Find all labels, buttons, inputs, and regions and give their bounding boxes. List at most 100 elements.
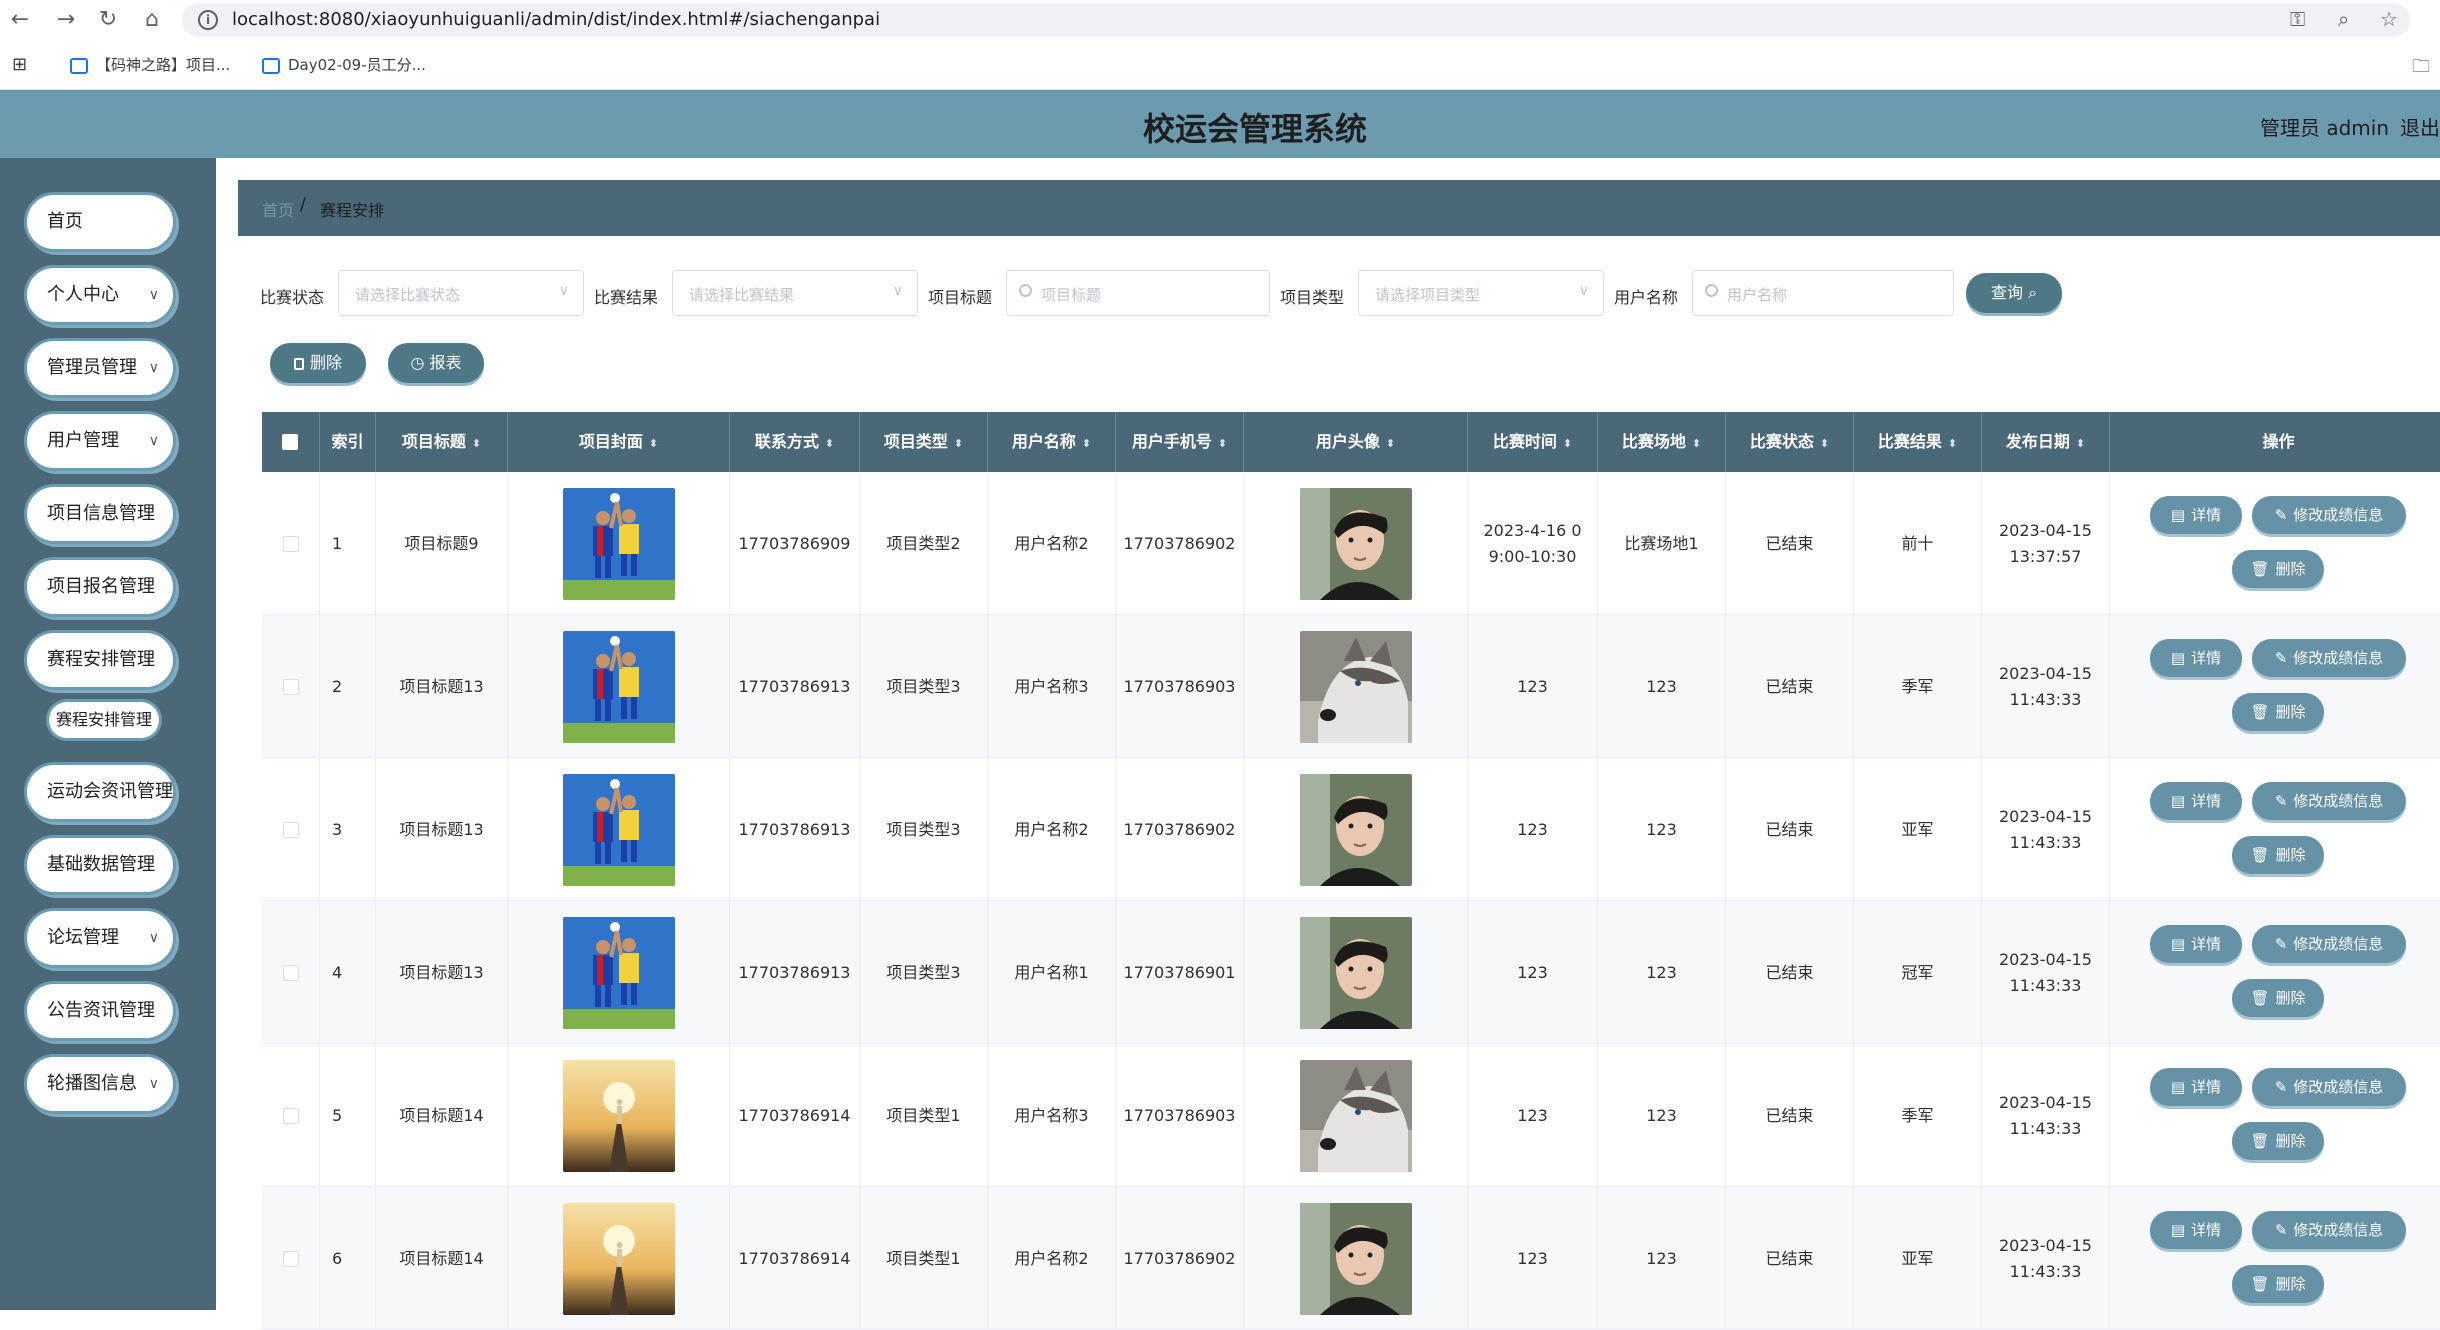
zoom-icon[interactable]: ⌕ — [2338, 7, 2349, 31]
row-checkbox[interactable] — [282, 821, 299, 838]
sidebar-item-home[interactable]: 首页 — [24, 192, 176, 252]
cell-avatar — [1244, 1187, 1468, 1330]
sort-icon[interactable]: ⬍ — [1563, 437, 1572, 450]
sidebar-item-label: 赛程安排管理 — [47, 649, 155, 670]
user-search-input[interactable]: 用户名称 — [1692, 270, 1954, 316]
cell-text: 17703786903 — [1123, 1105, 1236, 1125]
sort-icon[interactable]: ⬍ — [825, 437, 834, 450]
row-delete-button[interactable]: 🗑 删除 — [2232, 550, 2324, 588]
column-header-user[interactable]: 用户名称 ⬍ — [988, 412, 1116, 472]
detail-button[interactable]: ▤ 详情 — [2150, 1068, 2242, 1106]
cell-time: 123 — [1468, 1187, 1598, 1330]
edit-score-label: 修改成绩信息 — [2293, 506, 2384, 524]
sidebar-item-forum[interactable]: 论坛管理 ∨ — [24, 908, 176, 968]
detail-button[interactable]: ▤ 详情 — [2150, 496, 2242, 534]
detail-button[interactable]: ▤ 详情 — [2150, 782, 2242, 820]
sidebar-item-notices[interactable]: 公告资讯管理 — [24, 981, 176, 1041]
edit-score-button[interactable]: ✎ 修改成绩信息 — [2252, 1211, 2406, 1249]
cell-status: 已结束 — [1726, 758, 1854, 901]
cell-actions: ▤ 详情 ✎ 修改成绩信息 🗑 删除 — [2110, 1187, 2440, 1330]
row-checkbox[interactable] — [282, 964, 299, 981]
sidebar-subitem-schedule[interactable]: 赛程安排管理 — [46, 699, 162, 741]
type-filter-label: 项目类型 — [1280, 288, 1345, 307]
reload-icon[interactable]: ↻ — [94, 6, 122, 34]
row-delete-icon: 🗑 — [2250, 846, 2270, 864]
cell-text: 2023-04-15 11:43:33 — [1999, 806, 2092, 852]
sort-icon[interactable]: ⬍ — [1692, 437, 1701, 450]
sort-icon[interactable]: ⬍ — [472, 437, 481, 450]
column-header-phone[interactable]: 用户手机号 ⬍ — [1116, 412, 1244, 472]
address-bar[interactable]: i localhost:8080/xiaoyunhuiguanli/admin/… — [182, 3, 2410, 37]
detail-button[interactable]: ▤ 详情 — [2150, 639, 2242, 677]
sidebar-item-carousel[interactable]: 轮播图信息 ∨ — [24, 1054, 176, 1114]
sidebar-item-basic-data[interactable]: 基础数据管理 — [24, 835, 176, 895]
row-delete-button[interactable]: 🗑 删除 — [2232, 979, 2324, 1017]
sort-icon[interactable]: ⬍ — [1948, 437, 1957, 450]
sort-icon[interactable]: ⬍ — [954, 437, 963, 450]
apps-grid-icon[interactable]: ⊞ — [12, 54, 27, 75]
row-delete-button[interactable]: 🗑 删除 — [2232, 693, 2324, 731]
column-header-type[interactable]: 项目类型 ⬍ — [860, 412, 988, 472]
sidebar-item-registration[interactable]: 项目报名管理 — [24, 557, 176, 617]
bookmark-star-icon[interactable]: ☆ — [2380, 7, 2398, 31]
column-header-time[interactable]: 比赛时间 ⬍ — [1468, 412, 1598, 472]
sidebar-item-schedule[interactable]: 赛程安排管理 — [24, 630, 176, 690]
row-delete-button[interactable]: 🗑 删除 — [2232, 1265, 2324, 1303]
row-checkbox[interactable] — [282, 1107, 299, 1124]
column-header-contact[interactable]: 联系方式 ⬍ — [730, 412, 860, 472]
sort-icon[interactable]: ⬍ — [1820, 437, 1829, 450]
search-icon — [1019, 284, 1032, 297]
row-delete-button[interactable]: 🗑 删除 — [2232, 1122, 2324, 1160]
bookmark-2[interactable]: Day02-09-员工分... — [262, 54, 426, 75]
column-header-title[interactable]: 项目标题 ⬍ — [376, 412, 508, 472]
detail-button[interactable]: ▤ 详情 — [2150, 1211, 2242, 1249]
edit-score-button[interactable]: ✎ 修改成绩信息 — [2252, 496, 2406, 534]
report-button[interactable]: ◷ 报表 — [388, 343, 484, 383]
result-select[interactable]: 请选择比赛结果 ∨ — [672, 270, 918, 316]
cell-venue: 比赛场地1 — [1598, 472, 1726, 615]
site-info-icon[interactable]: i — [198, 10, 218, 30]
column-header-status[interactable]: 比赛状态 ⬍ — [1726, 412, 1854, 472]
detail-button[interactable]: ▤ 详情 — [2150, 925, 2242, 963]
breadcrumb-home[interactable]: 首页 — [262, 197, 294, 221]
edit-score-button[interactable]: ✎ 修改成绩信息 — [2252, 925, 2406, 963]
column-header-cover[interactable]: 项目封面 ⬍ — [508, 412, 730, 472]
home-icon[interactable]: ⌂ — [138, 6, 166, 34]
sidebar-item-profile[interactable]: 个人中心 ∨ — [24, 265, 176, 325]
row-delete-button[interactable]: 🗑 删除 — [2232, 836, 2324, 874]
forward-icon[interactable]: → — [52, 6, 80, 34]
query-button[interactable]: 查询 ⌕ — [1966, 273, 2062, 313]
cell-text: 17703786902 — [1123, 819, 1236, 839]
sort-icon[interactable]: ⬍ — [1386, 437, 1395, 450]
folder-icon[interactable]: 🗀 — [2412, 54, 2430, 84]
column-header-date[interactable]: 发布日期 ⬍ — [1982, 412, 2110, 472]
sort-icon[interactable]: ⬍ — [1082, 437, 1091, 450]
type-select[interactable]: 请选择项目类型 ∨ — [1358, 270, 1604, 316]
column-header-result[interactable]: 比赛结果 ⬍ — [1854, 412, 1982, 472]
bookmark-1[interactable]: 【码神之路】项目... — [70, 54, 230, 75]
sidebar-item-users[interactable]: 用户管理 ∨ — [24, 411, 176, 471]
edit-score-button[interactable]: ✎ 修改成绩信息 — [2252, 1068, 2406, 1106]
key-icon[interactable]: ⚿ — [2290, 7, 2305, 31]
row-checkbox[interactable] — [282, 1250, 299, 1267]
sort-icon[interactable]: ⬍ — [1218, 437, 1227, 450]
select-all-checkbox[interactable] — [282, 434, 298, 450]
edit-score-button[interactable]: ✎ 修改成绩信息 — [2252, 639, 2406, 677]
row-checkbox[interactable] — [282, 678, 299, 695]
edit-score-button[interactable]: ✎ 修改成绩信息 — [2252, 782, 2406, 820]
title-search-input[interactable]: 项目标题 — [1006, 270, 1270, 316]
logout-link[interactable]: 退出登录 — [2400, 112, 2440, 141]
back-icon[interactable]: ← — [6, 6, 34, 34]
status-select[interactable]: 请选择比赛状态 ∨ — [338, 270, 584, 316]
column-header-venue[interactable]: 比赛场地 ⬍ — [1598, 412, 1726, 472]
column-header-avatar[interactable]: 用户头像 ⬍ — [1244, 412, 1468, 472]
sidebar-item-news[interactable]: 运动会资讯管理 — [24, 762, 176, 822]
sidebar-item-project-info[interactable]: 项目信息管理 — [24, 484, 176, 544]
sort-icon[interactable]: ⬍ — [649, 437, 658, 450]
batch-delete-button[interactable]: 删除 — [270, 343, 366, 383]
bookmarks-bar: ⊞ 【码神之路】项目... Day02-09-员工分... 🗀 — [0, 40, 2440, 90]
sort-icon[interactable]: ⬍ — [2076, 437, 2085, 450]
sidebar-item-admins[interactable]: 管理员管理 ∨ — [24, 338, 176, 398]
column-header-index: 索引 — [320, 412, 376, 472]
row-checkbox[interactable] — [282, 535, 299, 552]
